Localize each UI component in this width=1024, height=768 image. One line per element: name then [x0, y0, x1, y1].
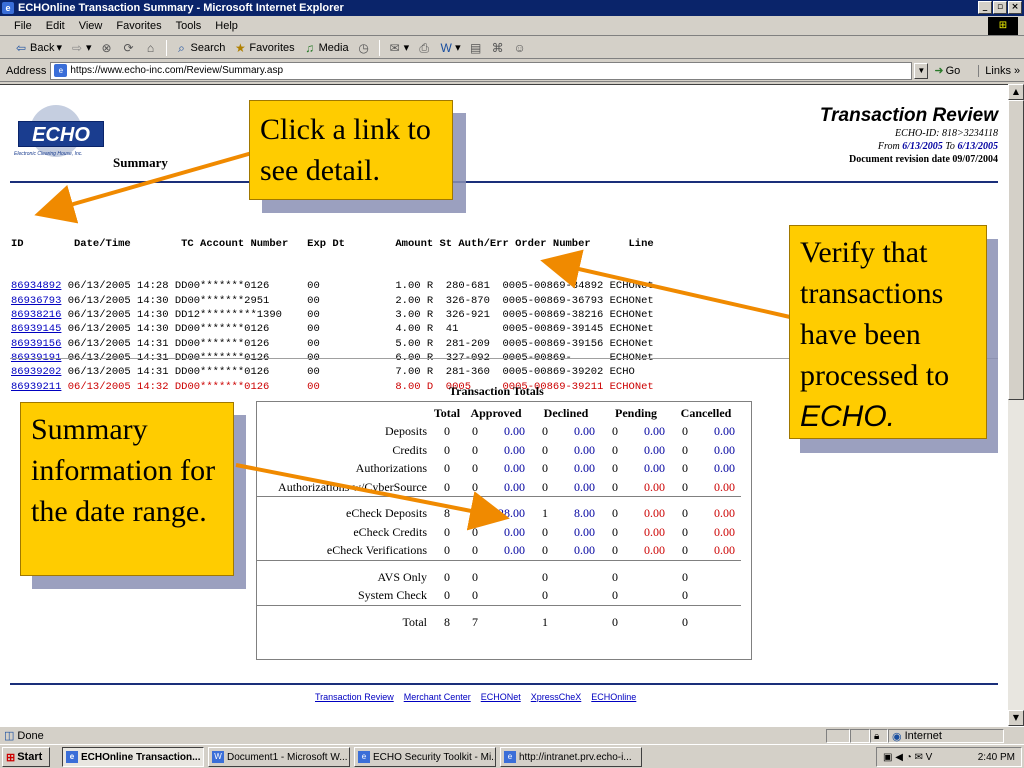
- status-pane: [826, 729, 850, 743]
- zone-label: Internet: [904, 730, 942, 742]
- status-pane: [850, 729, 870, 743]
- verify-arrow: [540, 249, 791, 319]
- research-icon: ⌘: [491, 40, 504, 55]
- task-security-toolkit[interactable]: e ECHO Security Toolkit - Mi...: [354, 747, 496, 767]
- messenger-icon: ☺: [513, 40, 526, 55]
- status-text: Done: [17, 729, 44, 742]
- menu-file[interactable]: File: [14, 20, 32, 32]
- toolbar-separator: [165, 39, 167, 56]
- menu-bar: File Edit View Favorites Tools Help: [0, 16, 1024, 36]
- messenger-button[interactable]: ☺: [513, 41, 527, 55]
- system-tray: ▣ ◀ ◔ ✉ V 2:40 PM: [876, 747, 1022, 767]
- stop-icon: ⊗: [101, 40, 112, 55]
- menu-tools[interactable]: Tools: [176, 20, 202, 32]
- status-page-icon: ◫: [4, 730, 15, 742]
- windows-logo-icon: ⊞: [988, 17, 1018, 35]
- windows-flag-icon: ⊞: [6, 751, 16, 764]
- detail-arrow: [34, 151, 253, 224]
- mail-button[interactable]: ✉ ▾: [388, 41, 410, 55]
- ie-icon: e: [358, 751, 370, 763]
- media-button[interactable]: ♫ Media: [303, 40, 348, 55]
- scroll-up-button[interactable]: ▲: [1008, 84, 1024, 100]
- page-icon: e: [54, 64, 68, 77]
- stop-button[interactable]: ⊗: [100, 41, 114, 55]
- research-button[interactable]: ⌘: [491, 41, 505, 55]
- task-intranet[interactable]: e http://intranet.prv.echo-i...: [500, 747, 642, 767]
- ie-icon: e: [2, 2, 14, 14]
- zone-pane: ◉ Internet: [888, 729, 1004, 743]
- callout-detail: Click a link to see detail.: [249, 100, 453, 200]
- clock: 2:40 PM: [977, 751, 1015, 763]
- menu-help[interactable]: Help: [215, 20, 238, 32]
- scroll-down-button[interactable]: ▼: [1008, 710, 1024, 726]
- vertical-scrollbar[interactable]: ▲ ▼: [1008, 84, 1024, 726]
- status-bar: ◫ Done 🔒︎ ◉ Internet: [0, 726, 1024, 744]
- address-url: https://www.echo-inc.com/Review/Summary.…: [70, 65, 284, 76]
- globe-icon: ◉: [892, 730, 902, 743]
- taskbar: ⊞ Start e ECHOnline Transaction... W Doc…: [0, 744, 1024, 768]
- toolbar: ⇦ Back ▾ ⇨ ▾ ⊗ ⟳ ⌂ ⌕ Search ★ Favorites ♫ Me…: [0, 37, 1024, 59]
- address-dropdown-button[interactable]: ▼: [914, 62, 929, 79]
- history-button[interactable]: ◷: [357, 41, 371, 55]
- word-icon: W: [212, 751, 224, 763]
- print-icon: ⎙: [419, 40, 429, 55]
- word-icon: W: [440, 40, 452, 55]
- search-icon: ⌕: [178, 40, 185, 55]
- back-button[interactable]: ⇦ Back ▾: [14, 41, 62, 55]
- favorites-icon: ★: [235, 40, 246, 55]
- minimize-button[interactable]: _: [978, 1, 992, 14]
- print-button[interactable]: ⎙: [417, 41, 431, 55]
- tray-icons[interactable]: ▣ ◀ ◔ ✉ V: [883, 752, 932, 763]
- address-bar: Address e https://www.echo-inc.com/Revie…: [0, 60, 1024, 82]
- go-arrow-icon: ➜: [934, 65, 944, 77]
- search-button[interactable]: ⌕ Search: [175, 40, 225, 55]
- menu-view[interactable]: View: [79, 20, 103, 32]
- scroll-thumb[interactable]: [1008, 100, 1024, 400]
- links-button[interactable]: Links »: [978, 64, 1020, 77]
- forward-arrow-icon: ⇨: [71, 40, 83, 55]
- close-button[interactable]: ×: [1008, 1, 1022, 14]
- callout-verify-echo: ECHO.: [800, 400, 896, 433]
- ie-icon: e: [504, 751, 516, 763]
- toolbar-separator: [378, 39, 380, 56]
- callout-summary: Summary information for the date range.: [20, 402, 234, 576]
- lock-icon: 🔒︎: [870, 729, 888, 743]
- edit-button[interactable]: W ▾: [439, 40, 460, 55]
- mail-icon: ✉: [389, 40, 400, 55]
- forward-button[interactable]: ⇨ ▾: [70, 41, 92, 55]
- favorites-button[interactable]: ★ Favorites: [233, 40, 295, 55]
- task-echonline[interactable]: e ECHOnline Transaction...: [62, 747, 204, 767]
- menu-edit[interactable]: Edit: [46, 20, 65, 32]
- address-input[interactable]: e https://www.echo-inc.com/Review/Summar…: [50, 61, 913, 80]
- address-label: Address: [6, 64, 47, 77]
- page-content: ECHO Electronic Clearing House, Inc. Sum…: [0, 84, 1008, 726]
- maximize-button[interactable]: ▫: [993, 1, 1007, 14]
- back-arrow-icon: ⇦: [15, 40, 27, 55]
- history-icon: ◷: [358, 40, 369, 55]
- ie-icon: e: [66, 751, 78, 763]
- refresh-button[interactable]: ⟳: [122, 41, 136, 55]
- discuss-icon: ▤: [470, 40, 482, 55]
- summary-arrow: [235, 463, 510, 531]
- refresh-icon: ⟳: [123, 40, 134, 55]
- go-button[interactable]: ➜ Go: [934, 64, 960, 78]
- start-button[interactable]: ⊞ Start: [2, 747, 50, 767]
- task-word[interactable]: W Document1 - Microsoft W...: [208, 747, 350, 767]
- home-button[interactable]: ⌂: [144, 41, 158, 55]
- window-title: ECHOnline Transaction Summary - Microsof…: [18, 2, 344, 14]
- discuss-button[interactable]: ▤: [469, 41, 483, 55]
- menu-favorites[interactable]: Favorites: [116, 20, 161, 32]
- media-icon: ♫: [305, 40, 315, 55]
- callout-verify: Verify that transactions have been proce…: [789, 225, 987, 439]
- window-title-bar: e ECHOnline Transaction Summary - Micros…: [0, 0, 1024, 16]
- home-icon: ⌂: [146, 40, 155, 55]
